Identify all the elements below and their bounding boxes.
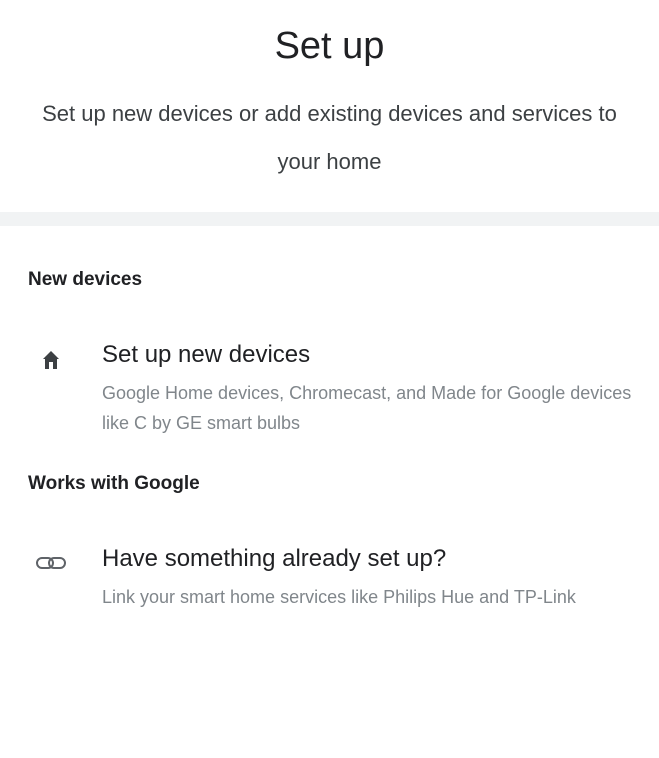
link-existing-services-item[interactable]: Have something already set up? Link your… [0,544,659,612]
item-description: Google Home devices, Chromecast, and Mad… [102,383,632,433]
section-title-works-with-google: Works with Google [28,473,200,494]
page-title: Set up [274,25,385,67]
item-description: Link your smart home services like Phili… [102,587,576,607]
setup-screen: Set up Set up new devices or add existin… [0,0,659,758]
link-icon [0,544,102,570]
item-title: Set up new devices [102,341,311,368]
section-divider [0,212,659,226]
header: Set up Set up new devices or add existin… [0,0,659,186]
item-body: Have something already set up? Link your… [102,544,659,612]
page-subtitle: Set up new devices or add existing devic… [42,101,617,174]
set-up-new-devices-item[interactable]: Set up new devices Google Home devices, … [0,340,659,438]
item-body: Set up new devices Google Home devices, … [102,340,659,438]
home-icon [0,340,102,370]
item-title: Have something already set up? [102,545,447,572]
section-title-new-devices: New devices [28,269,143,290]
